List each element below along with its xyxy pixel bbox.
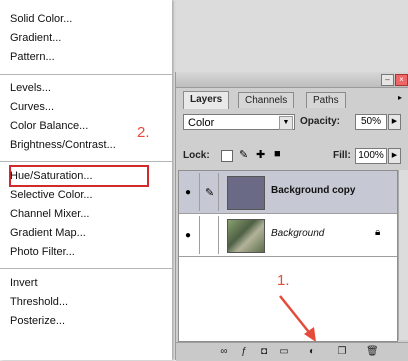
menu-item-selective-color[interactable]: Selective Color... xyxy=(10,188,93,202)
menu-item-threshold[interactable]: Threshold... xyxy=(10,295,68,309)
layer-thumbnail xyxy=(227,219,265,253)
layer-mask-icon[interactable]: ◘ xyxy=(258,346,270,358)
panel-bottom-toolbar: ∞ ƒ ◘ ▭ ◐ ❐ 🗑︎ xyxy=(176,342,408,361)
layer-style-icon[interactable]: ƒ xyxy=(238,346,250,358)
lock-all-icon[interactable]: ■ xyxy=(274,148,281,160)
menu-item-pattern[interactable]: Pattern... xyxy=(10,50,55,64)
brush-link-icon[interactable]: ✎ xyxy=(200,173,219,211)
menu-item-hue-saturation[interactable]: Hue/Saturation... xyxy=(10,169,93,183)
lock-brush-icon[interactable]: ✎ xyxy=(239,148,248,161)
annotation-step-1: 1. xyxy=(277,272,290,289)
adjustment-layer-menu: Solid Color... Gradient... Pattern... Le… xyxy=(0,0,172,360)
new-adjustment-layer-icon[interactable]: ◐ xyxy=(306,346,318,358)
opacity-label: Opacity: xyxy=(300,116,341,127)
tab-paths[interactable]: Paths xyxy=(306,92,346,108)
menu-item-curves[interactable]: Curves... xyxy=(10,100,54,114)
lock-label: Lock: xyxy=(183,150,210,161)
new-layer-icon[interactable]: ❐ xyxy=(336,346,348,358)
opacity-slider-arrow-icon[interactable]: ▶ xyxy=(388,114,401,130)
menu-item-channel-mixer[interactable]: Channel Mixer... xyxy=(10,207,89,221)
canvas-background xyxy=(175,0,408,72)
lock-row: Lock: ✎ ✚ ■ Fill: 100% ▶ xyxy=(183,148,408,164)
layer-link-slot[interactable] xyxy=(200,216,219,254)
chevron-down-icon: ▼ xyxy=(279,116,293,130)
fill-input[interactable]: 100% xyxy=(355,148,387,164)
lock-move-icon[interactable]: ✚ xyxy=(256,148,265,161)
fill-slider-arrow-icon[interactable]: ▶ xyxy=(388,148,401,164)
delete-layer-icon[interactable]: 🗑︎ xyxy=(366,346,379,358)
menu-item-gradient[interactable]: Gradient... xyxy=(10,31,61,45)
lock-transparency-icon[interactable] xyxy=(221,150,233,162)
blend-row: Color ▼ Opacity: 50% ▶ xyxy=(183,114,408,132)
layer-row-background-copy[interactable]: ● ✎ Background copy xyxy=(179,171,397,214)
panel-menu-icon[interactable]: ▸ xyxy=(398,93,402,102)
layer-name[interactable]: Background xyxy=(271,228,324,239)
tab-layers[interactable]: Layers xyxy=(183,91,230,109)
panel-tabs: Layers Channels Paths ▸ xyxy=(176,88,408,109)
annotation-arrow xyxy=(279,295,316,342)
opacity-input[interactable]: 50% xyxy=(355,114,387,130)
menu-item-posterize[interactable]: Posterize... xyxy=(10,314,65,328)
annotation-step-2: 2. xyxy=(137,124,150,141)
layer-list-scrollbar[interactable] xyxy=(398,170,408,340)
menu-separator xyxy=(0,268,172,269)
tab-channels[interactable]: Channels xyxy=(238,92,295,108)
new-group-icon[interactable]: ▭ xyxy=(278,346,290,358)
lock-icon: 🔒︎ xyxy=(375,227,381,238)
link-layers-icon[interactable]: ∞ xyxy=(218,346,230,358)
menu-item-color-balance[interactable]: Color Balance... xyxy=(10,119,88,133)
panel-titlebar[interactable]: – × xyxy=(176,72,408,88)
menu-separator xyxy=(0,161,172,162)
layer-name[interactable]: Background copy xyxy=(271,185,355,196)
minimize-icon[interactable]: – xyxy=(381,74,394,86)
menu-item-solid-color[interactable]: Solid Color... xyxy=(10,12,72,26)
menu-item-photo-filter[interactable]: Photo Filter... xyxy=(10,245,75,259)
fill-label: Fill: xyxy=(333,150,351,161)
layer-row-background[interactable]: ● Background 🔒︎ xyxy=(179,214,397,257)
menu-item-brightness-contrast[interactable]: Brightness/Contrast... xyxy=(10,138,116,152)
layers-panel: – × Layers Channels Paths ▸ Color ▼ Opac… xyxy=(175,72,408,361)
visibility-eye-icon[interactable]: ● xyxy=(181,216,200,254)
menu-item-gradient-map[interactable]: Gradient Map... xyxy=(10,226,86,240)
close-icon[interactable]: × xyxy=(395,74,408,86)
menu-item-invert[interactable]: Invert xyxy=(10,276,38,290)
menu-item-levels[interactable]: Levels... xyxy=(10,81,51,95)
blend-mode-value: Color xyxy=(188,117,215,129)
layer-thumbnail xyxy=(227,176,265,210)
menu-separator xyxy=(0,74,172,75)
blend-mode-select[interactable]: Color ▼ xyxy=(183,114,295,130)
visibility-eye-icon[interactable]: ● xyxy=(181,173,200,211)
